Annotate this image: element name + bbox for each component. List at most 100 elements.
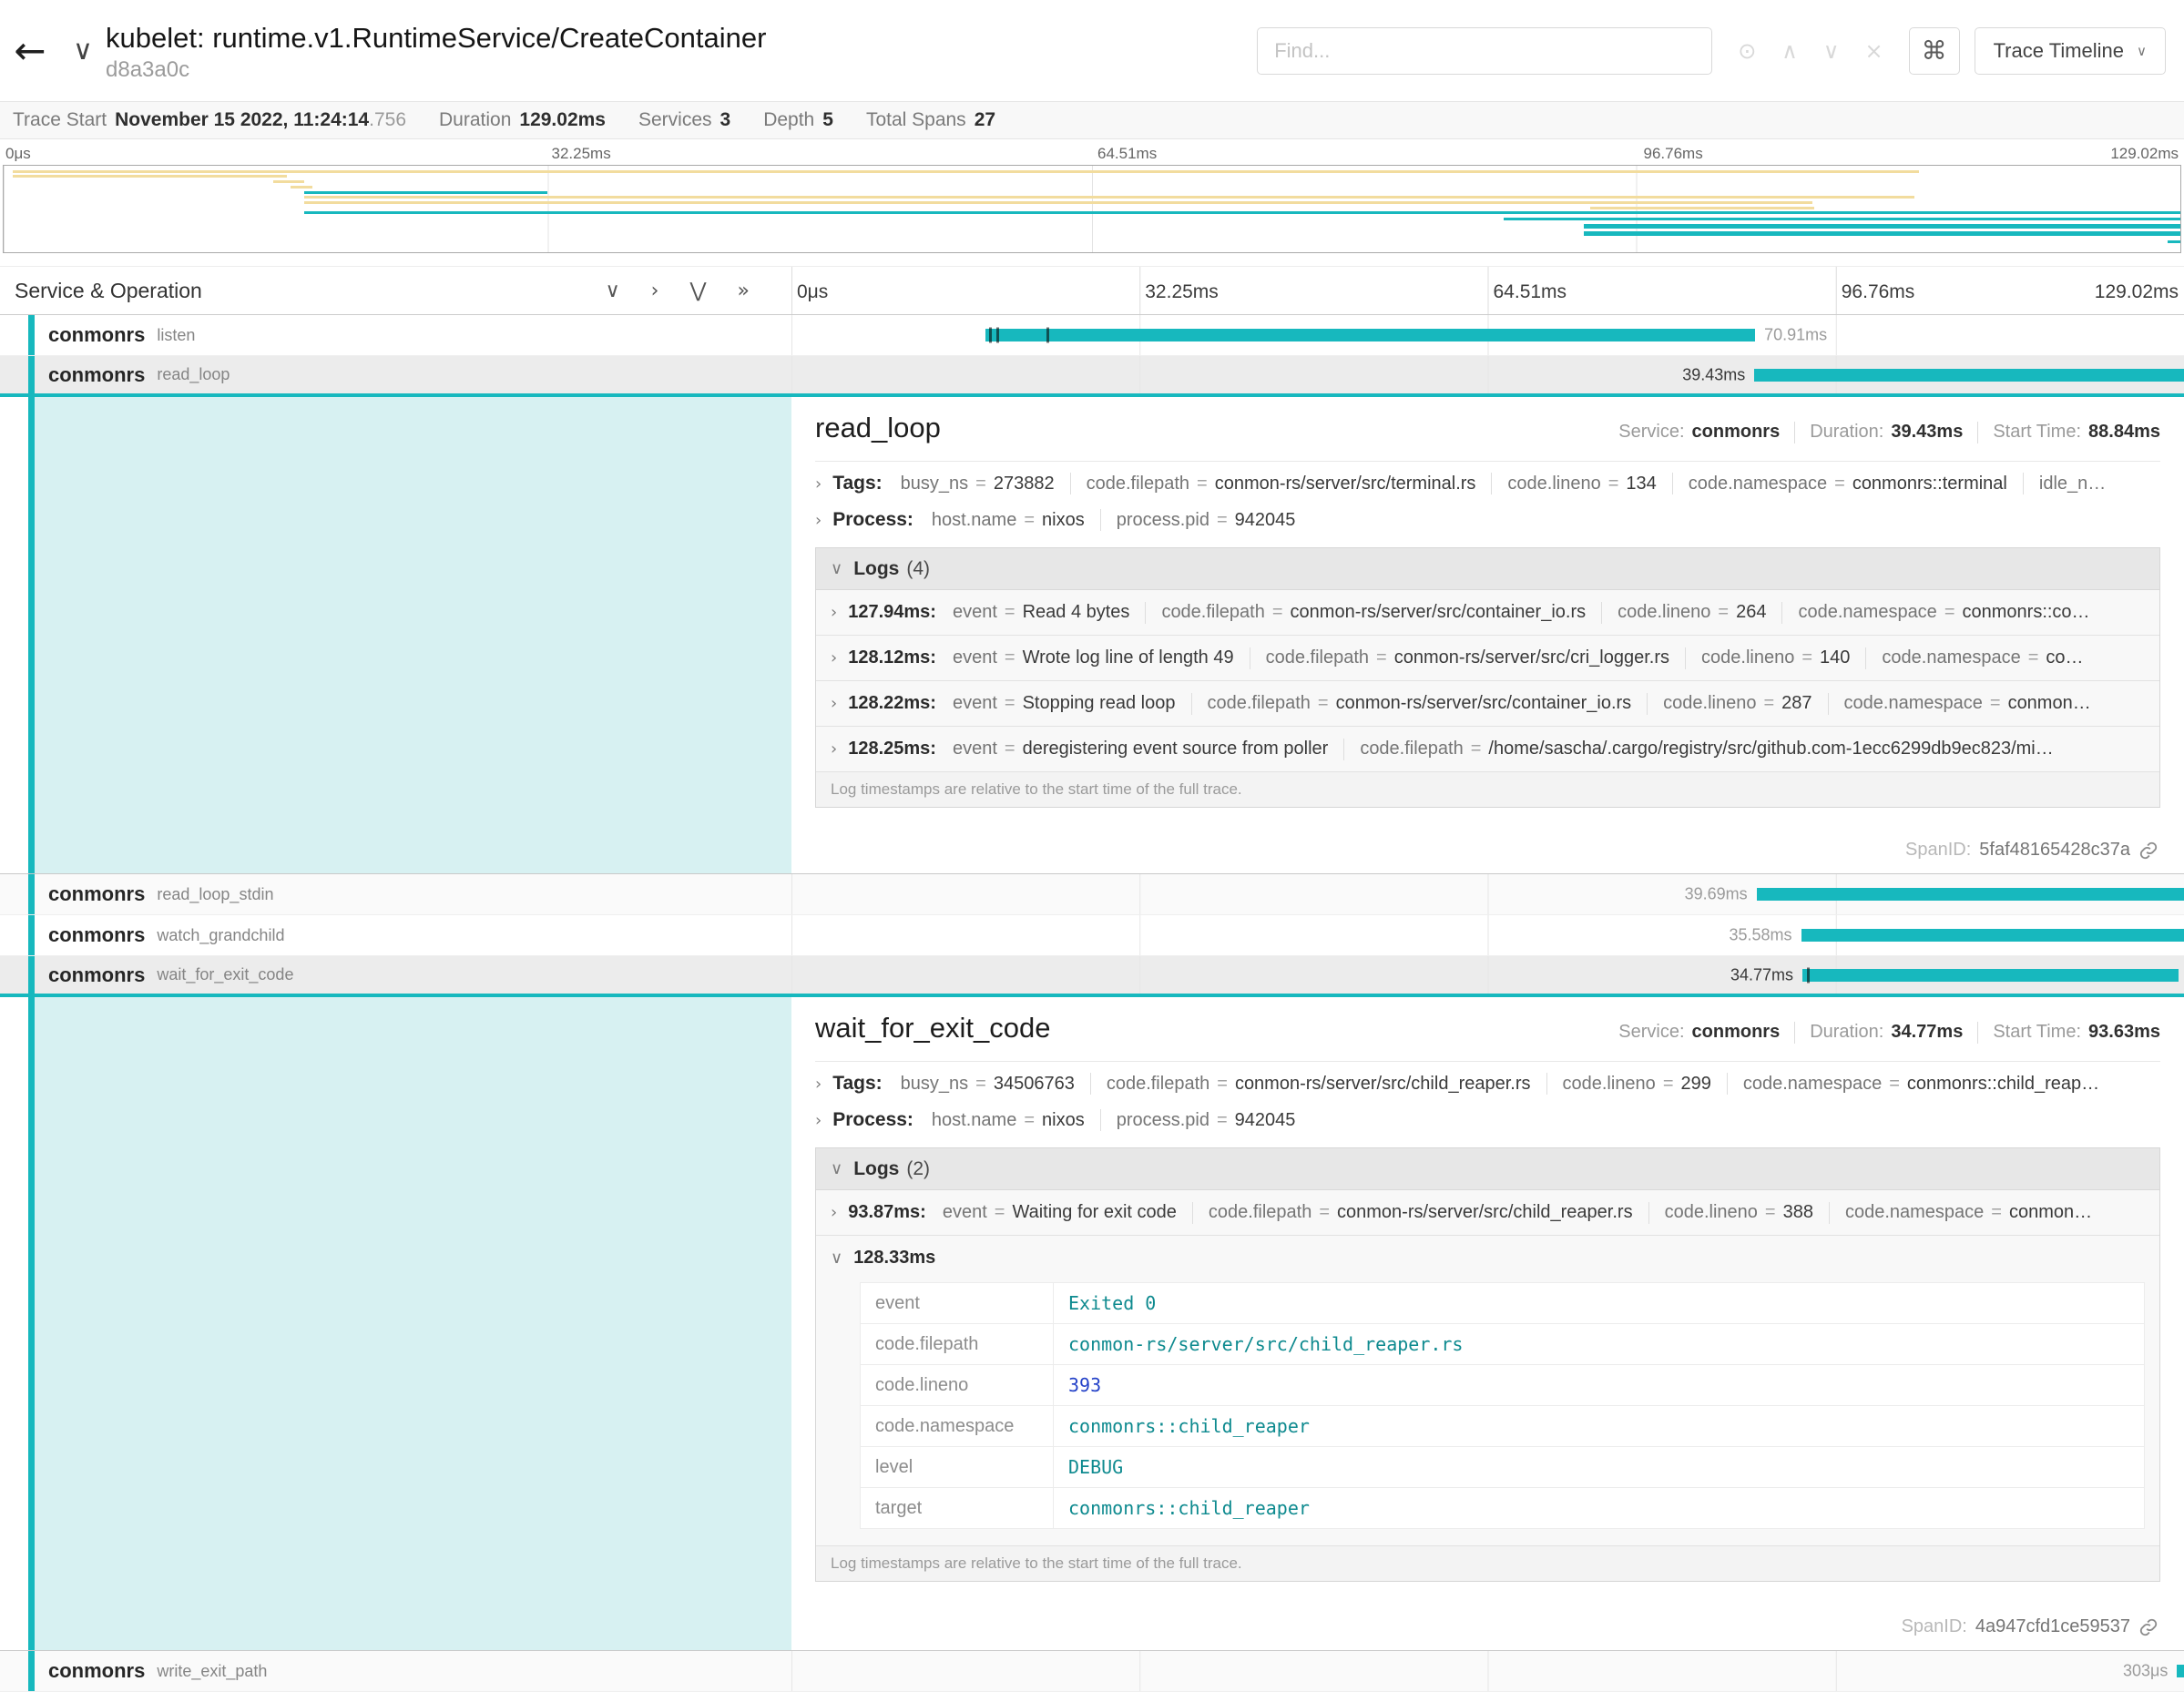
tag-item: host.name=nixos [932,1110,1085,1131]
log-entry[interactable]: ›127.94ms:event=Read 4 bytescode.filepat… [816,590,2159,636]
span-duration-bar[interactable] [1802,969,2179,982]
log-entry[interactable]: ›128.22ms:event=Stopping read loopcode.f… [816,681,2159,727]
span-timeline-cell[interactable]: 39.69ms [791,874,2184,914]
span-row-wait-for-exit-code[interactable]: conmonrs wait_for_exit_code 34.77ms [0,956,2184,997]
match-highlight-icon[interactable]: ⊙ [1738,38,1756,64]
tag-item: code.lineno=287 [1663,693,1811,714]
span-duration-bar[interactable] [985,329,1756,341]
equals-sign: = [1718,602,1729,622]
expand-all-icon[interactable]: » [738,280,750,302]
span-name-cell[interactable]: conmonrs wait_for_exit_code [0,956,791,994]
minimap-span-line [1584,224,2180,229]
span-duration-bar[interactable] [1757,888,2184,901]
timeline-tick-label: 96.76ms [1644,145,1703,163]
log-entry-header[interactable]: ›127.94ms:event=Read 4 bytescode.filepat… [831,590,2145,635]
span-duration-label: 35.58ms [1729,926,1791,945]
span-id-label: SpanID: [1902,1616,1967,1637]
tags-list: busy_ns=273882code.filepath=conmon-rs/se… [901,473,2107,494]
span-row-read-loop[interactable]: conmonrs read_loop 39.43ms [0,356,2184,397]
equals-sign: = [1217,1110,1228,1130]
span-row-watch-grandchild[interactable]: conmonrs watch_grandchild 35.58ms [0,915,2184,956]
tag-key: event [953,602,997,622]
span-row-write-exit-path[interactable]: conmonrs write_exit_path 303μs [0,1651,2184,1692]
field-separator [1685,647,1686,669]
duration-value: 34.77ms [1891,1022,1963,1043]
log-field-value: conmon-rs/server/src/child_reaper.rs [1054,1324,2145,1365]
detail-name-column[interactable] [35,997,791,1650]
log-field-key: code.filepath [861,1324,1054,1365]
log-entry-header[interactable]: ›128.12ms:event=Wrote log line of length… [831,636,2145,680]
span-name-cell[interactable]: conmonrs read_loop [0,356,791,393]
copy-link-icon[interactable] [2138,841,2158,861]
back-button[interactable]: ← [0,0,60,101]
divider [1794,422,1795,443]
log-entry[interactable]: ›93.87ms:event=Waiting for exit codecode… [816,1190,2159,1236]
tag-item: code.filepath=conmon-rs/server/src/conta… [1208,693,1632,714]
operation-name: read_loop_stdin [157,885,273,904]
minimap-span-line [1590,207,1814,209]
span-row-read-loop-stdin[interactable]: conmonrs read_loop_stdin 39.69ms [0,874,2184,915]
logs-section-header[interactable]: ∨ Logs (2) [816,1148,2159,1190]
span-duration-label: 39.69ms [1685,885,1748,904]
collapse-one-icon[interactable]: ∨ [606,280,620,302]
next-result-icon[interactable]: ∨ [1823,38,1840,64]
detail-name-column[interactable] [35,397,791,873]
log-entry-header[interactable]: ∨128.33ms [831,1236,2145,1280]
summary-item-value: 129.02ms [519,109,606,130]
span-row-listen[interactable]: conmonrs listen 70.91ms [0,315,2184,356]
span-duration-bar[interactable] [1754,369,2184,382]
timeline-tick-label: 64.51ms [1097,145,1157,163]
span-name-cell[interactable]: conmonrs read_loop_stdin [0,874,791,914]
keyboard-shortcuts-button[interactable]: ⌘ [1909,27,1960,75]
tag-item: event=Stopping read loop [953,693,1176,714]
trace-view-selector[interactable]: Trace Timeline ∨ [1975,27,2166,75]
prev-result-icon[interactable]: ∧ [1781,38,1798,64]
log-entry-header[interactable]: ›128.25ms:event=deregistering event sour… [831,727,2145,771]
tags-row[interactable]: › Tags: busy_ns=273882code.filepath=conm… [815,465,2160,502]
summary-item-label: Depth [763,109,814,130]
minimap-canvas[interactable] [3,165,2181,253]
equals-sign: = [1471,739,1482,759]
span-timeline-cell[interactable]: 34.77ms [791,956,2184,994]
trace-header-collapse-button[interactable]: ∨ [60,0,106,101]
log-entry[interactable]: ›128.12ms:event=Wrote log line of length… [816,636,2159,681]
tag-item: process.pid=942045 [1117,1110,1296,1131]
tag-value: conmon-rs/server/src/child_reaper.rs [1337,1202,1633,1222]
span-duration-bar[interactable] [1801,929,2184,942]
tag-key: busy_ns [901,474,969,494]
span-timeline-cell[interactable]: 35.58ms [791,915,2184,955]
log-field-key: target [861,1488,1054,1529]
log-entry[interactable]: ∨128.33mseventExited 0code.filepathconmo… [816,1236,2159,1546]
logs-section-header[interactable]: ∨ Logs (4) [816,548,2159,590]
span-id-value: 5faf48165428c37a [1979,840,2130,861]
process-row[interactable]: › Process: host.name=nixosprocess.pid=94… [815,1102,2160,1138]
tag-value: 34506763 [994,1074,1075,1094]
tag-key: code.filepath [1360,739,1463,759]
expand-icon: › [815,474,822,494]
tags-row[interactable]: › Tags: busy_ns=34506763code.filepath=co… [815,1065,2160,1102]
copy-link-icon[interactable] [2138,1617,2158,1637]
span-name-cell[interactable]: conmonrs watch_grandchild [0,915,791,955]
log-entry[interactable]: ›128.25ms:event=deregistering event sour… [816,727,2159,772]
span-name-cell[interactable]: conmonrs listen [0,315,791,355]
equals-sign: = [1944,602,1955,622]
find-input[interactable] [1257,27,1712,75]
span-timeline-cell[interactable]: 303μs [791,1651,2184,1691]
span-timeline-cell[interactable]: 39.43ms [791,356,2184,393]
span-name-cell[interactable]: conmonrs write_exit_path [0,1651,791,1691]
span-duration-bar[interactable] [2177,1665,2184,1677]
span-timeline-cell[interactable]: 70.91ms [791,315,2184,355]
tag-item: code.filepath=/home/sascha/.cargo/regist… [1360,739,2053,759]
log-entry-header[interactable]: ›128.22ms:event=Stopping read loopcode.f… [831,681,2145,726]
log-entry-header[interactable]: ›93.87ms:event=Waiting for exit codecode… [831,1190,2145,1235]
log-field-row: targetconmonrs::child_reaper [861,1488,2145,1529]
clear-find-icon[interactable]: × [1864,38,1883,64]
tag-item: code.namespace=co… [1882,647,2083,668]
summary-item: Duration129.02ms [439,109,606,131]
collapse-all-icon[interactable]: ⋁ [689,280,706,302]
expand-one-icon[interactable]: › [651,280,659,302]
minimap-span-line [304,191,548,194]
process-row[interactable]: › Process: host.name=nixosprocess.pid=94… [815,502,2160,538]
service-label: Service: [1618,1022,1684,1043]
equals-sign: = [1217,1074,1228,1094]
